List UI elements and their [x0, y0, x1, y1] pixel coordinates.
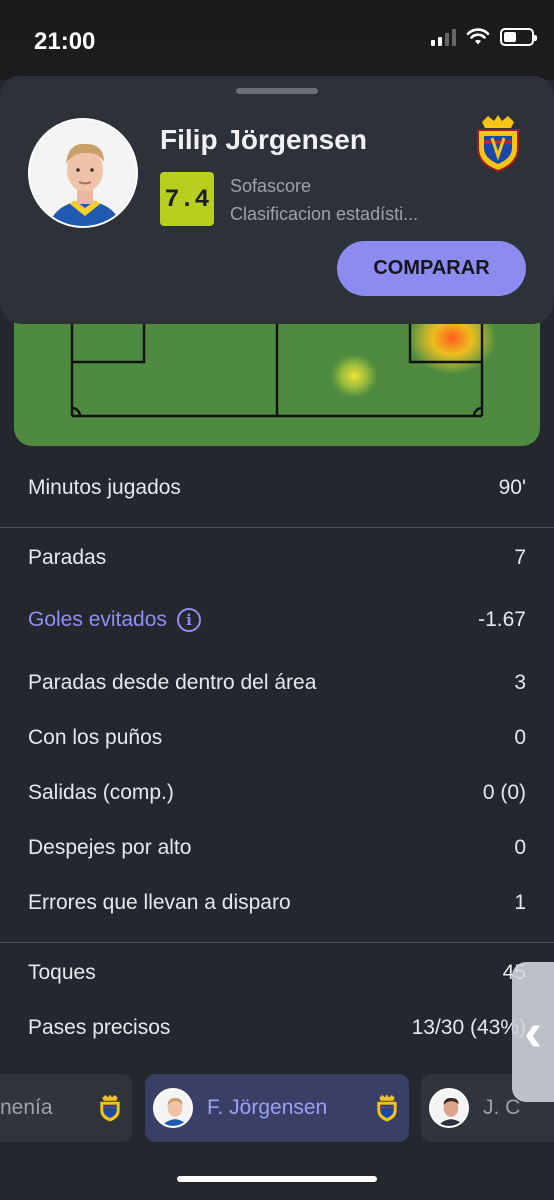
villarreal-crest-icon [377, 1094, 397, 1122]
stat-label: Paradas [28, 545, 107, 569]
side-panel-handle[interactable]: ‹ [512, 962, 554, 1102]
villarreal-crest-icon [100, 1094, 120, 1122]
goals-prevented-link[interactable]: Goles evitados i [28, 608, 201, 632]
stat-value: 13/30 (43%) [411, 1015, 526, 1039]
stat-value: 7 [514, 545, 526, 569]
status-bar: 21:00 [0, 0, 554, 80]
compare-button[interactable]: COMPARAR [337, 241, 526, 296]
stat-label: Goles evitados [28, 608, 167, 631]
player-avatar [28, 118, 138, 228]
battery-icon [500, 28, 537, 46]
stat-value: 0 [514, 835, 526, 859]
home-indicator[interactable] [177, 1176, 377, 1182]
stat-row-errors-lead-to-shot: Errores que llevan a disparo 1 [0, 875, 554, 930]
stat-label: Con los puños [28, 725, 163, 749]
clock: 21:00 [34, 28, 96, 55]
stat-value: 1 [514, 890, 526, 914]
stat-label: Pases precisos [28, 1015, 171, 1039]
stat-row-goals-prevented[interactable]: Goles evitados i -1.67 [0, 585, 554, 655]
player-avatar [153, 1088, 193, 1128]
carousel-item-label: F. Jörgensen [207, 1096, 328, 1119]
sheet-grabber[interactable] [236, 88, 318, 94]
stat-row-minutes: Minutos jugados 90' [0, 460, 554, 515]
stat-label: Errores que llevan a disparo [28, 890, 291, 914]
info-icon[interactable]: i [176, 608, 201, 632]
stat-value: 3 [514, 670, 526, 694]
stat-value: -1.67 [478, 608, 526, 631]
wifi-icon [466, 28, 490, 45]
stat-row-accurate-passes: Pases precisos 13/30 (43%) [0, 1000, 554, 1055]
carousel-item-label: nenía [0, 1096, 53, 1119]
stat-label: Despejes por alto [28, 835, 192, 859]
rating-source-description: Clasificacion estadísti... [230, 204, 419, 224]
carousel-item-previous[interactable]: nenía [0, 1074, 132, 1142]
carousel-item-label: J. C [483, 1096, 521, 1119]
player-stats-list: Minutos jugados 90' Paradas 7 Goles evit… [0, 460, 554, 1055]
status-icons [431, 28, 537, 46]
stat-label: Toques [28, 960, 96, 984]
stat-label: Paradas desde dentro del área [28, 670, 317, 694]
carousel-item-active[interactable]: F. Jörgensen [145, 1074, 409, 1142]
player-avatar [429, 1088, 469, 1128]
stat-value: 0 (0) [482, 780, 526, 804]
chevron-left-icon: ‹ [524, 1002, 542, 1062]
cellular-signal-icon [431, 28, 456, 46]
player-summary-sheet: Filip Jörgensen 7.4 Sofascore Clasificac… [0, 76, 554, 324]
villarreal-crest-icon [477, 115, 519, 172]
stat-value: 90' [498, 475, 526, 499]
stat-label: Salidas (comp.) [28, 780, 174, 804]
lineup-carousel: nenía F. Jörgensen J. C [0, 1070, 554, 1146]
stat-row-punches: Con los puños 0 [0, 710, 554, 765]
stat-row-saves: Paradas 7 [0, 530, 554, 585]
rating-source-label: Sofascore [230, 176, 312, 196]
player-rating-badge: 7.4 [160, 172, 214, 226]
stat-row-high-claims: Despejes por alto 0 [0, 820, 554, 875]
stat-row-saves-inside-box: Paradas desde dentro del área 3 [0, 655, 554, 710]
player-name: Filip Jörgensen [160, 124, 367, 155]
stat-label: Minutos jugados [28, 475, 181, 499]
stat-row-touches: Toques 45 [0, 945, 554, 1000]
stat-row-runs-out: Salidas (comp.) 0 (0) [0, 765, 554, 820]
stat-value: 0 [514, 725, 526, 749]
